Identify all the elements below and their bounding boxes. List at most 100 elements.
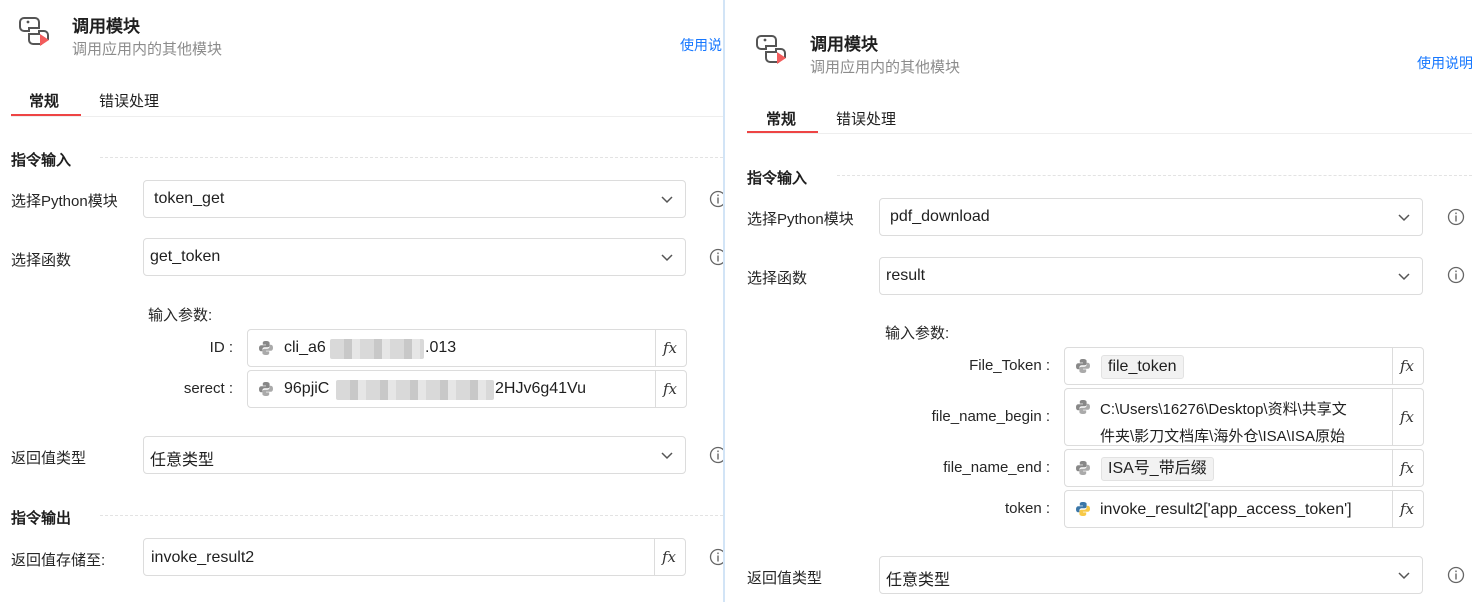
function-select-label: 选择函数: [11, 252, 72, 269]
params-title: 输入参数:: [148, 307, 213, 324]
info-icon[interactable]: [709, 248, 723, 266]
python-icon: [1076, 400, 1090, 414]
redacted-text: [330, 339, 424, 359]
chevron-down-icon: [661, 196, 673, 204]
function-select-value: result: [886, 267, 926, 284]
left-panel: 调用模块 调用应用内的其他模块 使用说 常规 错误处理 指令输入 选择Pytho…: [0, 0, 723, 602]
help-link[interactable]: 使用说: [680, 35, 722, 55]
function-select-label: 选择函数: [747, 270, 808, 287]
param-value-serect-end: 2HJv6g41Vu: [495, 380, 587, 397]
param-field-id[interactable]: cli_a6 .013 fx: [247, 329, 687, 367]
param-label-file-name-end: file_name_end :: [943, 459, 1050, 476]
store-field[interactable]: invoke_result2 fx: [143, 538, 686, 576]
help-link[interactable]: 使用说明: [1417, 53, 1472, 73]
tab-error-handling[interactable]: 错误处理: [836, 108, 896, 129]
fx-button[interactable]: fx: [1392, 450, 1423, 486]
module-select-label: 选择Python模块: [11, 193, 118, 210]
chevron-down-icon: [661, 254, 673, 262]
fx-icon: fx: [1400, 408, 1415, 426]
param-label-file-token: File_Token :: [969, 357, 1050, 374]
fx-icon: fx: [663, 339, 678, 357]
python-icon: [259, 382, 273, 396]
return-type-value: 任意类型: [886, 572, 951, 589]
fx-icon: fx: [1400, 459, 1415, 477]
return-type-label: 返回值类型: [11, 450, 87, 467]
function-select[interactable]: result: [879, 257, 1423, 295]
param-field-file-name-end[interactable]: ISA号_带后缀 fx: [1064, 449, 1424, 487]
param-field-file-name-begin[interactable]: C:\Users\16276\Desktop\资料\共享文 件夹\影刀文档库\海…: [1064, 388, 1424, 446]
python-icon: [1076, 502, 1090, 516]
tab-divider: [747, 133, 1472, 134]
python-icon: [1076, 461, 1090, 475]
module-subtitle: 调用应用内的其他模块: [810, 59, 961, 76]
param-field-file-token[interactable]: file_token fx: [1064, 347, 1424, 385]
chevron-down-icon: [1398, 214, 1410, 222]
param-value-line-2: 件夹\影刀文档库\海外仓\ISA\ISA原始: [1100, 428, 1346, 445]
redacted-text: [336, 380, 494, 400]
param-value-serect-start: 96pjiC: [284, 380, 330, 397]
section-divider: [100, 515, 723, 516]
fx-icon: fx: [1400, 357, 1415, 375]
return-type-select[interactable]: 任意类型: [879, 556, 1423, 594]
param-label-file-name-begin: file_name_begin :: [931, 408, 1050, 425]
return-type-label: 返回值类型: [747, 570, 823, 587]
variable-chip: file_token: [1101, 355, 1184, 379]
param-label-serect: serect :: [183, 380, 233, 397]
chevron-down-icon: [1398, 572, 1410, 580]
fx-icon: fx: [662, 548, 677, 566]
info-icon[interactable]: [1447, 208, 1465, 226]
panel-divider: [723, 0, 725, 602]
module-select-value: token_get: [154, 190, 225, 207]
module-select[interactable]: token_get: [143, 180, 686, 218]
param-value-line-1: C:\Users\16276\Desktop\资料\共享文: [1100, 401, 1347, 418]
module-title: 调用模块: [72, 17, 140, 36]
function-select[interactable]: get_token: [143, 238, 686, 276]
param-field-token[interactable]: invoke_result2['app_access_token'] fx: [1064, 490, 1424, 528]
section-divider: [100, 157, 723, 158]
return-type-select[interactable]: 任意类型: [143, 436, 686, 474]
tab-divider: [11, 116, 723, 117]
param-field-serect[interactable]: 96pjiC 2HJv6g41Vu fx: [247, 370, 687, 408]
store-value: invoke_result2: [151, 549, 255, 566]
tab-general[interactable]: 常规: [29, 90, 59, 111]
module-select-label: 选择Python模块: [747, 211, 854, 228]
param-label-token: token :: [1004, 500, 1050, 517]
fx-button[interactable]: fx: [654, 539, 685, 575]
info-icon[interactable]: [709, 548, 723, 566]
module-select[interactable]: pdf_download: [879, 198, 1423, 236]
section-input-title: 指令输入: [11, 152, 72, 169]
fx-icon: fx: [1400, 500, 1415, 518]
info-icon[interactable]: [709, 446, 723, 464]
python-module-icon: [753, 32, 789, 66]
params-title: 输入参数:: [885, 325, 950, 342]
tab-error-handling[interactable]: 错误处理: [99, 90, 159, 111]
chevron-down-icon: [1398, 273, 1410, 281]
chevron-down-icon: [661, 452, 673, 460]
module-subtitle: 调用应用内的其他模块: [72, 41, 223, 58]
function-select-value: get_token: [150, 248, 221, 265]
fx-button[interactable]: fx: [1392, 389, 1423, 445]
info-icon[interactable]: [1447, 266, 1465, 284]
info-icon[interactable]: [709, 190, 723, 208]
section-input-title: 指令输入: [747, 170, 808, 187]
param-value-id-start: cli_a6: [284, 339, 326, 356]
python-module-icon: [16, 14, 52, 48]
fx-button[interactable]: fx: [655, 371, 686, 407]
store-label: 返回值存储至:: [11, 552, 106, 569]
python-icon: [259, 341, 273, 355]
fx-button[interactable]: fx: [1392, 348, 1423, 384]
fx-icon: fx: [663, 380, 678, 398]
module-title: 调用模块: [810, 35, 878, 54]
module-select-value: pdf_download: [890, 208, 990, 225]
fx-button[interactable]: fx: [1392, 491, 1423, 527]
variable-chip: ISA号_带后缀: [1101, 457, 1214, 481]
section-output-title: 指令输出: [11, 510, 72, 527]
right-panel: 调用模块 调用应用内的其他模块 使用说明 常规 错误处理 指令输入 选择Pyth…: [737, 0, 1472, 602]
param-label-id: ID :: [209, 339, 233, 356]
info-icon[interactable]: [1447, 566, 1465, 584]
param-value-id-end: .013: [425, 339, 457, 356]
fx-button[interactable]: fx: [655, 330, 686, 366]
tab-general[interactable]: 常规: [766, 108, 796, 129]
python-icon: [1076, 359, 1090, 373]
return-type-value: 任意类型: [150, 452, 215, 469]
